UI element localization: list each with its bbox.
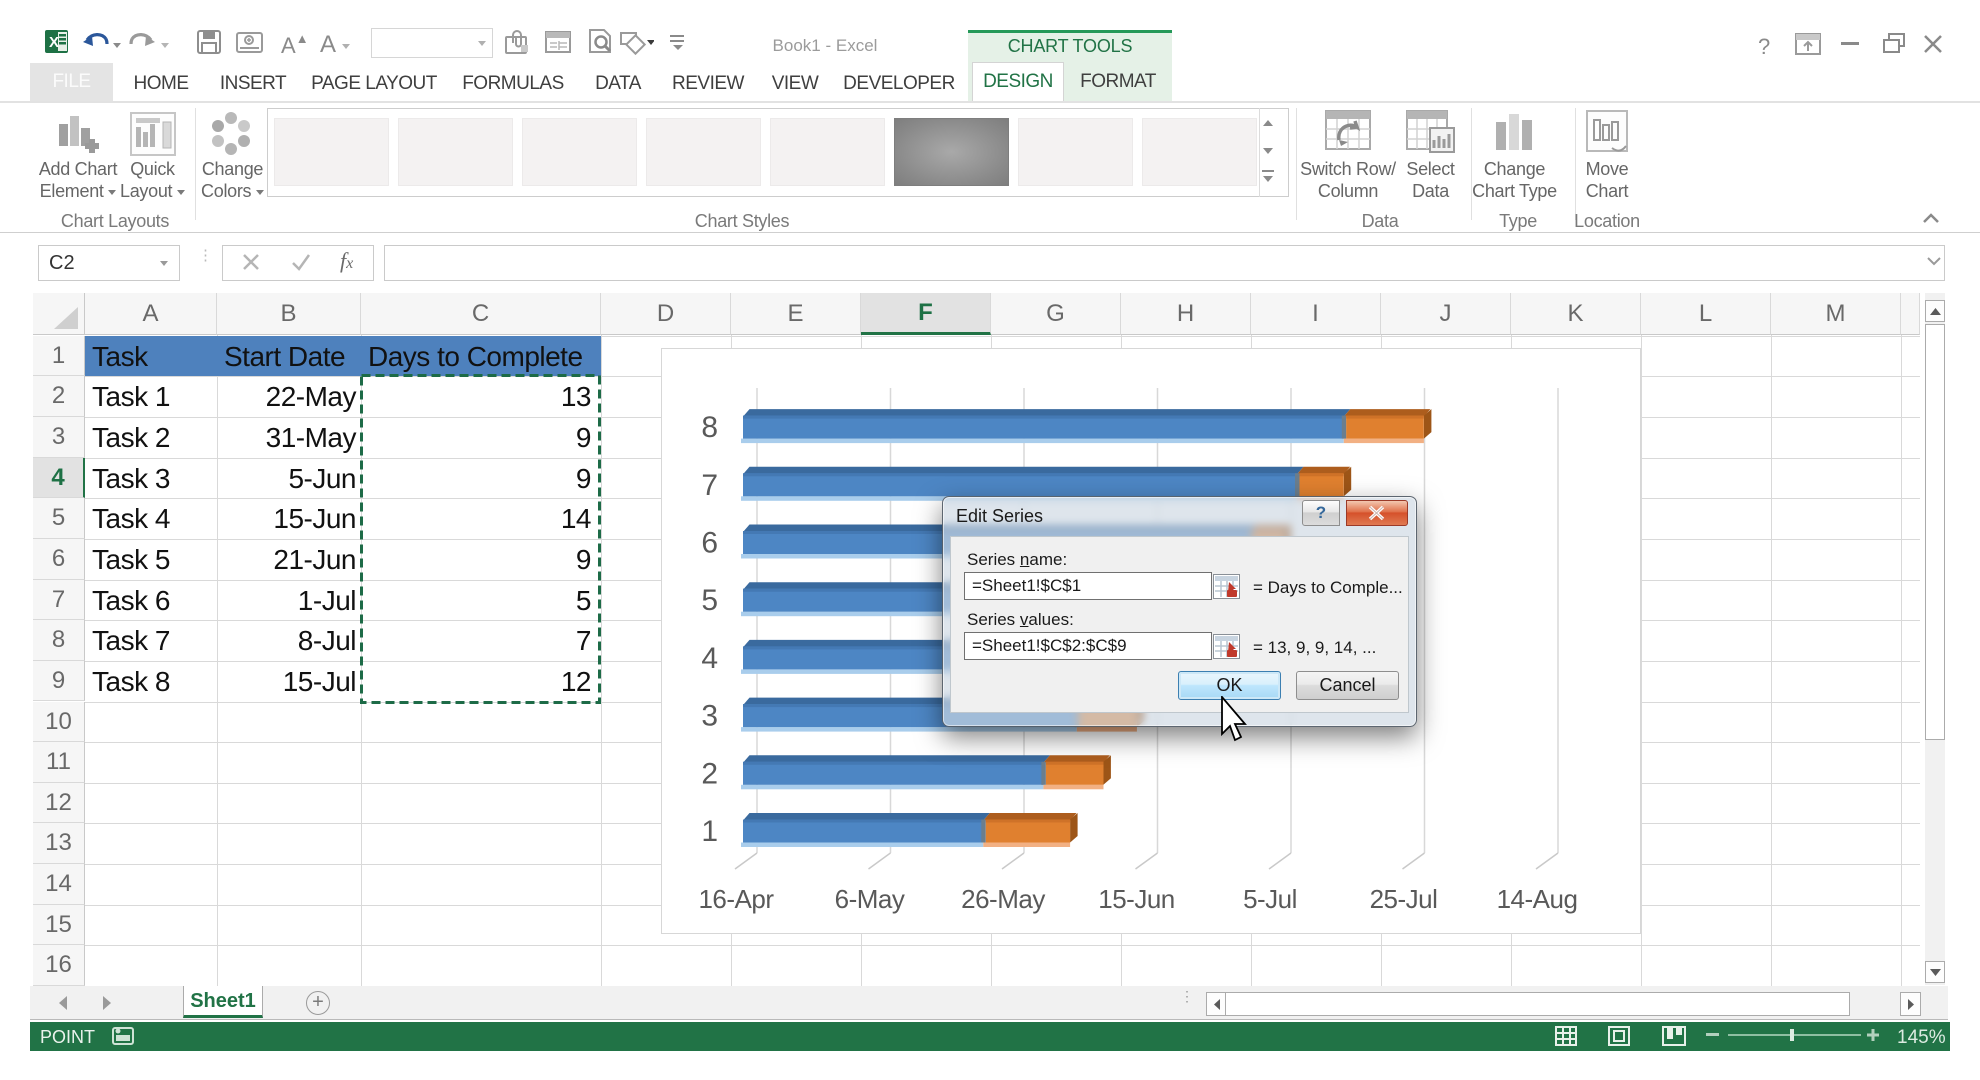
svg-text:6-May: 6-May xyxy=(835,884,905,914)
svg-text:3: 3 xyxy=(701,700,718,733)
svg-text:5-Jul: 5-Jul xyxy=(1243,884,1297,914)
svg-text:16-Apr: 16-Apr xyxy=(698,884,774,914)
svg-text:6: 6 xyxy=(701,527,718,560)
svg-text:2: 2 xyxy=(701,757,718,790)
svg-text:4: 4 xyxy=(701,642,718,675)
svg-text:1: 1 xyxy=(701,815,718,848)
svg-text:14-Aug: 14-Aug xyxy=(1497,884,1578,914)
svg-text:25-Jul: 25-Jul xyxy=(1370,884,1438,914)
svg-text:15-Jun: 15-Jun xyxy=(1098,884,1175,914)
svg-text:5: 5 xyxy=(701,584,718,617)
svg-text:26-May: 26-May xyxy=(961,884,1045,914)
svg-text:X: X xyxy=(49,34,59,51)
svg-text:7: 7 xyxy=(701,469,718,502)
svg-text:8: 8 xyxy=(701,411,718,444)
